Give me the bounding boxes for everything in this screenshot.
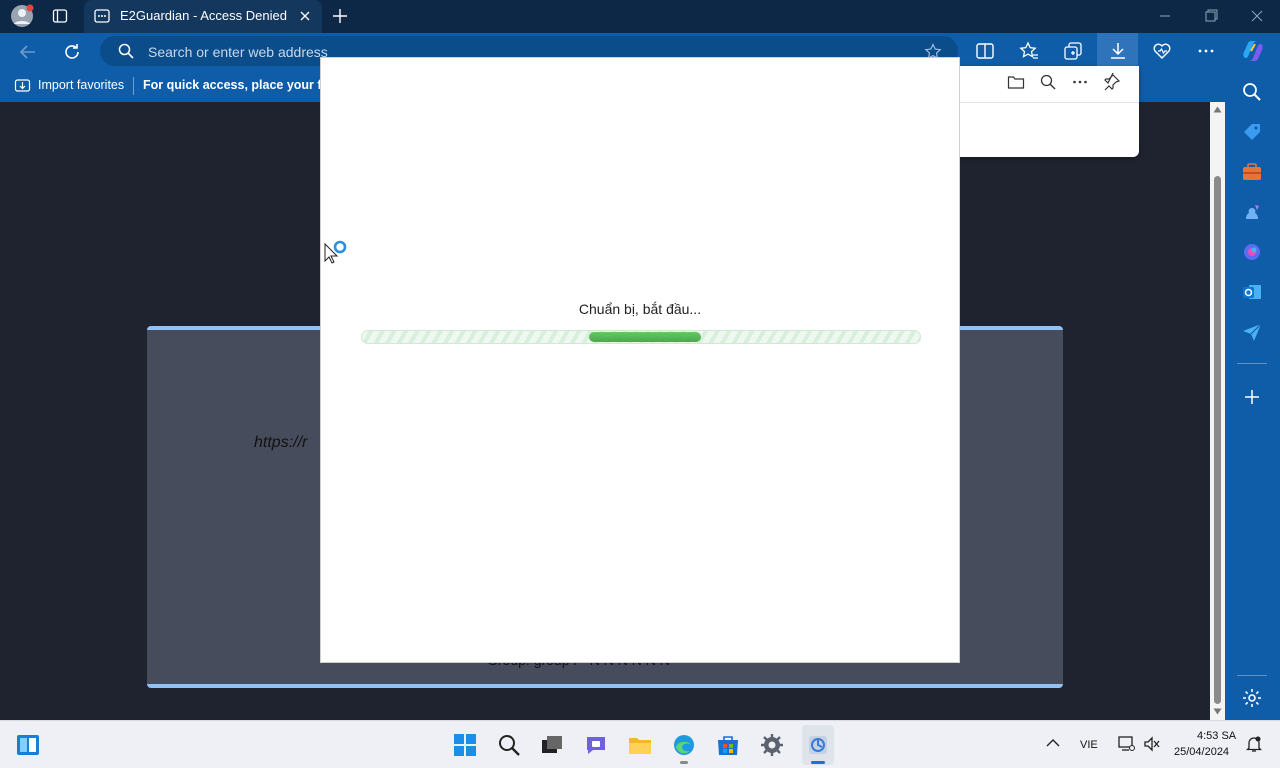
page-favicon-icon bbox=[94, 8, 110, 24]
browser-title-bar: E2Guardian - Access Denied bbox=[0, 0, 1280, 33]
downloads-more-icon[interactable] bbox=[1071, 73, 1089, 91]
clock-time[interactable]: 4:53 SA bbox=[1197, 730, 1236, 742]
downloads-separator bbox=[958, 102, 1139, 103]
taskbar-search-icon[interactable] bbox=[497, 733, 521, 757]
favorites-hint-text: For quick access, place your favo bbox=[143, 78, 344, 92]
installer-active-indicator bbox=[811, 761, 825, 764]
edge-sidebar bbox=[1225, 70, 1280, 720]
start-windows-icon[interactable] bbox=[453, 733, 477, 757]
blocked-url-text: https://r bbox=[254, 434, 308, 451]
tab-title: E2Guardian - Access Denied bbox=[120, 8, 287, 23]
installer-app-icon bbox=[806, 733, 830, 757]
page-scrollbar[interactable] bbox=[1210, 102, 1225, 720]
installer-dialog: Chuẩn bị, bắt đầu... bbox=[320, 57, 960, 663]
scroll-thumb[interactable] bbox=[1214, 176, 1221, 704]
add-sidebar-app-icon[interactable] bbox=[1241, 386, 1263, 408]
new-tab-icon[interactable] bbox=[332, 8, 348, 24]
outlook-icon[interactable] bbox=[1241, 281, 1263, 303]
microsoft-store-icon[interactable] bbox=[716, 733, 740, 757]
download-arrow-icon bbox=[1108, 41, 1128, 61]
progress-fill bbox=[589, 332, 701, 342]
clock-date[interactable]: 25/04/2024 bbox=[1174, 746, 1229, 758]
shopping-tag-icon[interactable] bbox=[1241, 121, 1263, 143]
installer-app-button[interactable] bbox=[802, 725, 834, 765]
sidebar-divider-bottom bbox=[1237, 675, 1267, 676]
installer-status-text: Chuẩn bị, bắt đầu... bbox=[578, 301, 702, 317]
copilot-icon[interactable] bbox=[1240, 38, 1266, 64]
input-language-indicator[interactable]: VIE bbox=[1080, 739, 1098, 751]
tab-e2guardian[interactable]: E2Guardian - Access Denied bbox=[84, 0, 322, 33]
file-explorer-icon[interactable] bbox=[628, 733, 652, 757]
split-screen-icon[interactable] bbox=[975, 41, 995, 61]
import-favorites-link[interactable]: Import favorites bbox=[38, 78, 124, 92]
widgets-icon[interactable] bbox=[16, 733, 40, 757]
windows-taskbar: VIE 4:53 SA 25/04/2024 bbox=[0, 720, 1280, 768]
address-placeholder: Search or enter web address bbox=[148, 44, 328, 60]
tools-briefcase-icon[interactable] bbox=[1241, 161, 1263, 183]
close-window-icon[interactable] bbox=[1244, 4, 1270, 28]
busy-cursor-icon bbox=[324, 239, 350, 267]
scroll-up-arrow-icon[interactable] bbox=[1213, 106, 1222, 113]
notifications-bell-icon[interactable] bbox=[1246, 735, 1262, 753]
microsoft-365-icon[interactable] bbox=[1241, 241, 1263, 263]
refresh-icon[interactable] bbox=[62, 42, 82, 62]
task-view-icon[interactable] bbox=[540, 733, 564, 757]
collections-icon[interactable] bbox=[1063, 41, 1083, 61]
volume-muted-icon[interactable] bbox=[1143, 736, 1161, 752]
games-icon[interactable] bbox=[1241, 201, 1263, 223]
edge-active-indicator bbox=[680, 761, 688, 764]
more-options-icon[interactable] bbox=[1196, 41, 1216, 61]
pin-icon[interactable] bbox=[1103, 73, 1121, 91]
teams-chat-icon[interactable] bbox=[584, 733, 608, 757]
installer-progress-bar bbox=[361, 330, 921, 344]
import-favorites-icon bbox=[14, 77, 31, 94]
restore-icon[interactable] bbox=[1198, 4, 1224, 28]
sidebar-search-icon[interactable] bbox=[1241, 81, 1263, 103]
tab-actions-icon[interactable] bbox=[52, 8, 68, 24]
show-hidden-icons-chevron-icon[interactable] bbox=[1046, 738, 1060, 748]
send-icon[interactable] bbox=[1241, 321, 1263, 343]
edge-browser-icon[interactable] bbox=[672, 733, 696, 764]
downloads-button[interactable] bbox=[1097, 33, 1138, 70]
profile-avatar[interactable] bbox=[10, 4, 34, 28]
settings-gear-icon[interactable] bbox=[760, 733, 784, 757]
favorites-divider bbox=[133, 77, 134, 95]
search-icon bbox=[118, 43, 134, 59]
back-arrow-icon[interactable] bbox=[18, 42, 38, 62]
sidebar-settings-gear-icon[interactable] bbox=[1241, 687, 1263, 709]
favorites-icon[interactable] bbox=[1019, 41, 1039, 61]
search-downloads-icon[interactable] bbox=[1039, 73, 1057, 91]
close-tab-icon[interactable] bbox=[299, 10, 311, 22]
scroll-down-arrow-icon[interactable] bbox=[1213, 708, 1222, 715]
network-icon[interactable] bbox=[1117, 736, 1135, 752]
browser-essentials-icon[interactable] bbox=[1152, 41, 1172, 61]
downloads-flyout bbox=[958, 66, 1139, 157]
minimize-icon[interactable] bbox=[1152, 4, 1178, 28]
open-folder-icon[interactable] bbox=[1007, 73, 1025, 91]
sidebar-divider bbox=[1237, 363, 1267, 364]
